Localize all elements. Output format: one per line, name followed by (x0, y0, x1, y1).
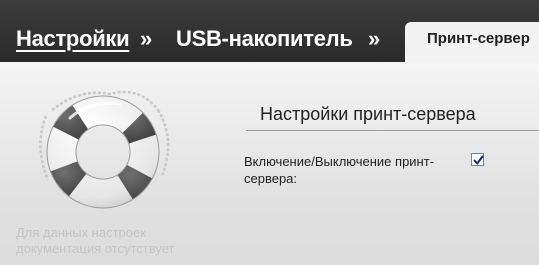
print-server-enable-checkbox[interactable] (471, 153, 484, 166)
breadcrumb-settings-link[interactable]: Настройки (16, 26, 130, 52)
help-note-line1: Для данных настроек (16, 225, 146, 240)
top-header: Настройки » USB-накопитель » Принт-серве… (0, 0, 539, 62)
lifebuoy-icon (30, 80, 180, 220)
help-note-line2: документация отсутствует (16, 241, 175, 256)
tab-print-server-label: Принт-сервер (427, 30, 530, 47)
breadcrumb-separator: » (140, 26, 152, 51)
help-note: Для данных настроек документация отсутст… (16, 225, 216, 257)
tab-print-server[interactable]: Принт-сервер (405, 22, 539, 62)
checkmark-icon (473, 155, 484, 165)
breadcrumb-usb-storage[interactable]: USB-накопитель (176, 26, 353, 52)
breadcrumb-separator: » (368, 26, 380, 51)
section-title: Настройки принт-сервера (260, 104, 476, 124)
print-server-toggle-label-line2: сервера: (244, 171, 298, 186)
print-server-toggle-label-line1: Включение/Выключение принт- (244, 154, 435, 169)
section-divider (246, 130, 539, 131)
content-area: Для данных настроек документация отсутст… (0, 62, 539, 265)
print-server-toggle-label: Включение/Выключение принт- сервера: (244, 153, 464, 187)
